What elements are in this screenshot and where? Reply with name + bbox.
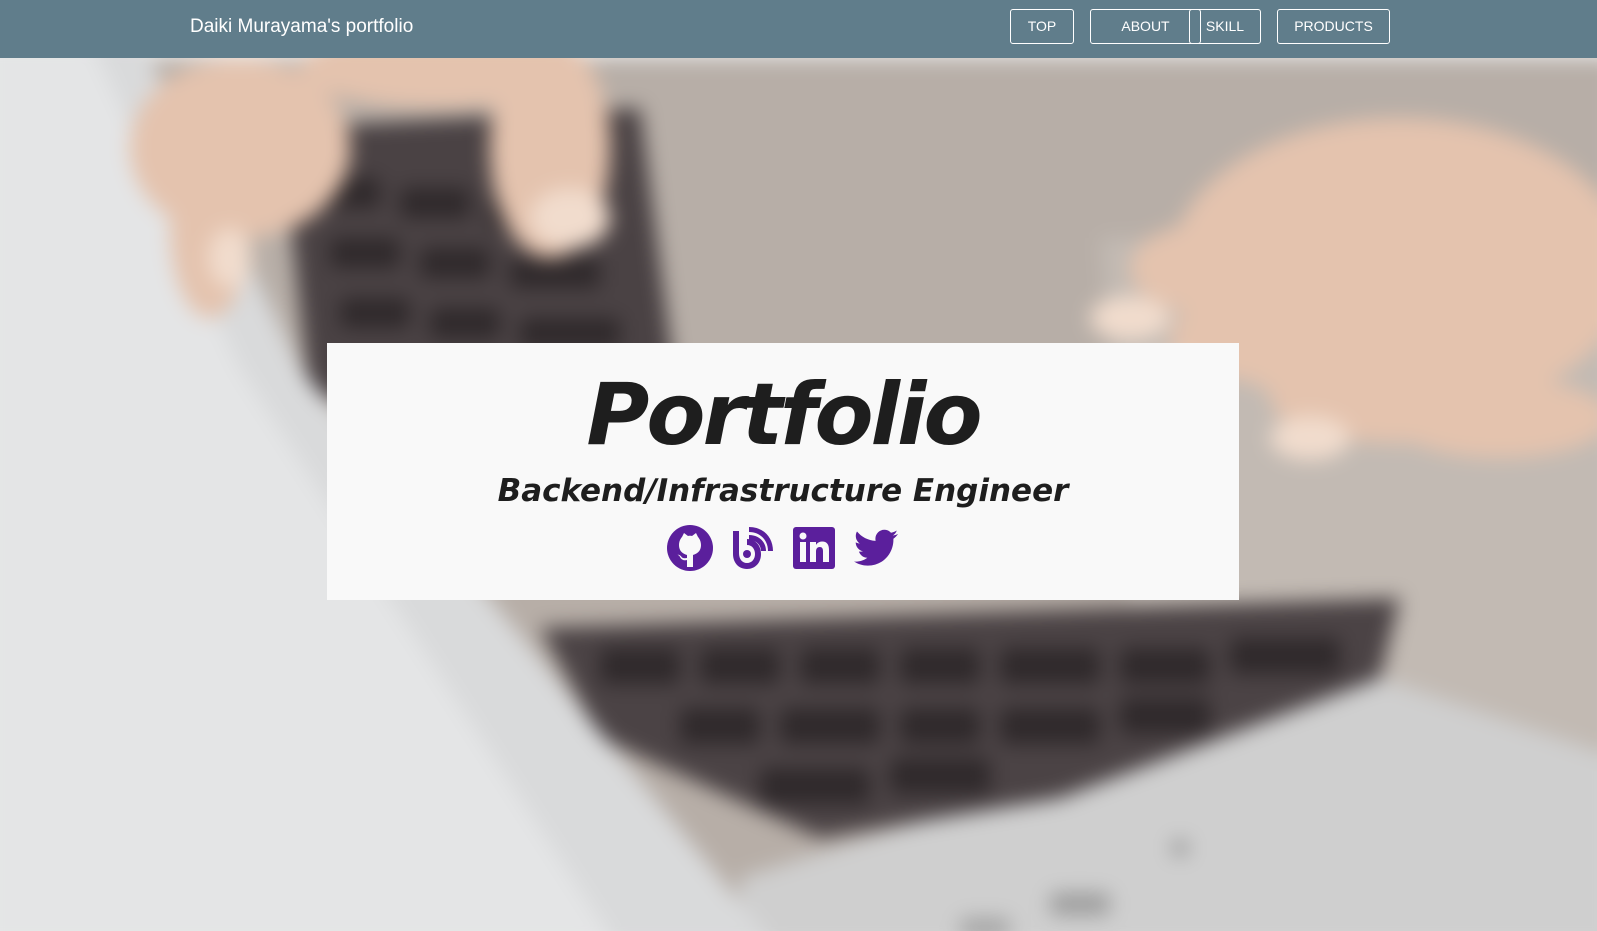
nav-products-button[interactable]: PRODUCTS [1277, 9, 1390, 44]
github-link[interactable] [666, 523, 714, 573]
social-links [327, 523, 1239, 577]
blog-icon [733, 527, 773, 569]
nav-top-button[interactable]: TOP [1010, 9, 1074, 44]
twitter-link[interactable] [852, 523, 900, 573]
hero-title: Portfolio [586, 365, 982, 465]
nav-about-button[interactable]: ABOUT [1090, 9, 1201, 44]
blog-link[interactable] [728, 523, 776, 573]
hero-subtitle: Backend/Infrastructure Engineer [497, 473, 1069, 509]
twitter-icon [854, 529, 898, 566]
navbar: Daiki Murayama's portfolio TOP ABOUT SKI… [0, 0, 1597, 58]
portfolio-page: Daiki Murayama's portfolio TOP ABOUT SKI… [0, 0, 1597, 931]
site-brand[interactable]: Daiki Murayama's portfolio [190, 15, 413, 39]
nav-skill-button[interactable]: SKILL [1189, 9, 1261, 44]
linkedin-link[interactable] [790, 523, 838, 573]
linkedin-icon [793, 527, 835, 569]
hero-card: Portfolio Backend/Infrastructure Enginee… [327, 343, 1239, 600]
github-icon [667, 525, 713, 571]
